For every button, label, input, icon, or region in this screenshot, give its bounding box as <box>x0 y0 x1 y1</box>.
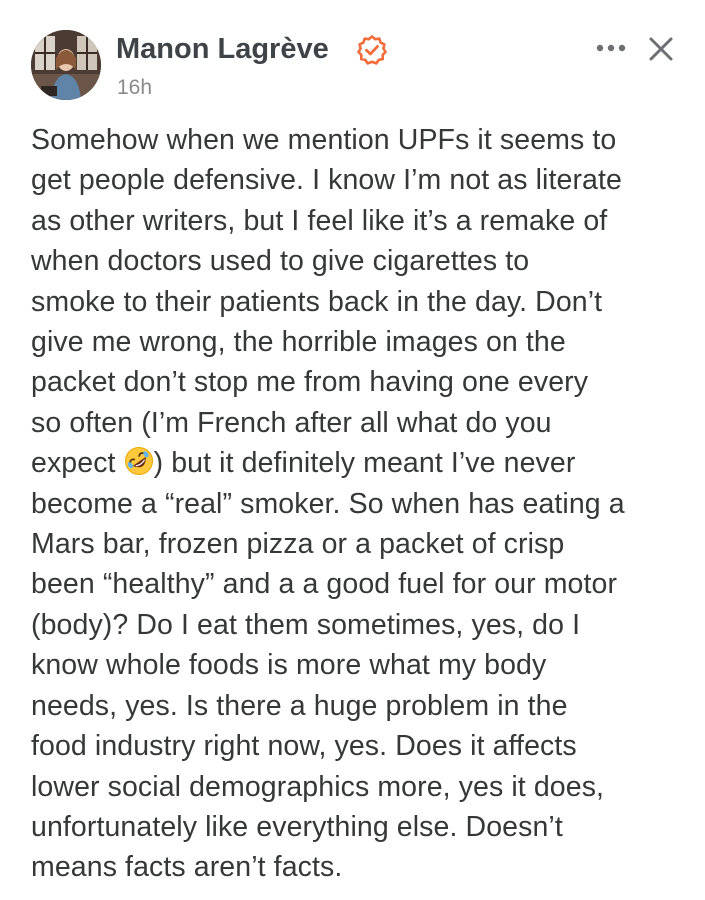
comment-line: unfortunately like everything else. Does… <box>31 810 563 843</box>
comment-line-segment: expect <box>31 447 116 480</box>
comment-line: know whole foods is more what my body <box>31 649 547 682</box>
comment-line: smoke to their patients back in the day.… <box>31 285 603 318</box>
more-dots-icon[interactable] <box>592 33 630 63</box>
timestamp: 16h <box>117 76 153 99</box>
rolling-on-floor-laughing-emoji-icon <box>124 447 153 476</box>
avatar[interactable] <box>31 30 101 100</box>
comment-line: packet don’t stop me from having one eve… <box>31 366 589 399</box>
comment-line-segment: ) but it definitely meant I’ve never <box>153 447 576 480</box>
comment-line: so often (I’m French after all what do y… <box>31 406 552 439</box>
avatar-photo <box>31 30 101 100</box>
comment-line: lower social demographics more, yes it d… <box>31 770 605 803</box>
comment-line-with-emoji: expect ) but it definitely meant I’ve ne… <box>31 443 691 483</box>
author-name[interactable]: Manon Lagrève <box>116 30 329 68</box>
comment-line: needs, yes. Is there a huge problem in t… <box>31 689 568 722</box>
comment-text: Somehow when we mention UPFs it seems to… <box>31 120 691 888</box>
comment-line: when doctors used to give cigarettes to <box>31 245 530 278</box>
comment-header: Manon Lagrève 16h <box>0 0 705 110</box>
comment-line: as other writers, but I feel like it’s a… <box>31 204 608 237</box>
comment-line: been “healthy” and a a good fuel for our… <box>31 568 618 601</box>
comment-line: give me wrong, the horrible images on th… <box>31 326 566 359</box>
comment-line: get people defensive. I know I’m not as … <box>31 164 622 197</box>
comment-line: means facts aren’t facts. <box>31 851 343 884</box>
comment-line: Somehow when we mention UPFs it seems to <box>31 124 617 156</box>
verified-badge-icon <box>357 35 387 65</box>
close-icon[interactable] <box>644 32 678 66</box>
comment-line: become a “real” smoker. So when has eati… <box>31 487 625 520</box>
comment-line: (body)? Do I eat them sometimes, yes, do… <box>31 608 581 641</box>
comment-line: Mars bar, frozen pizza or a packet of cr… <box>31 528 565 561</box>
comment-line: food industry right now, yes. Does it af… <box>31 730 577 763</box>
